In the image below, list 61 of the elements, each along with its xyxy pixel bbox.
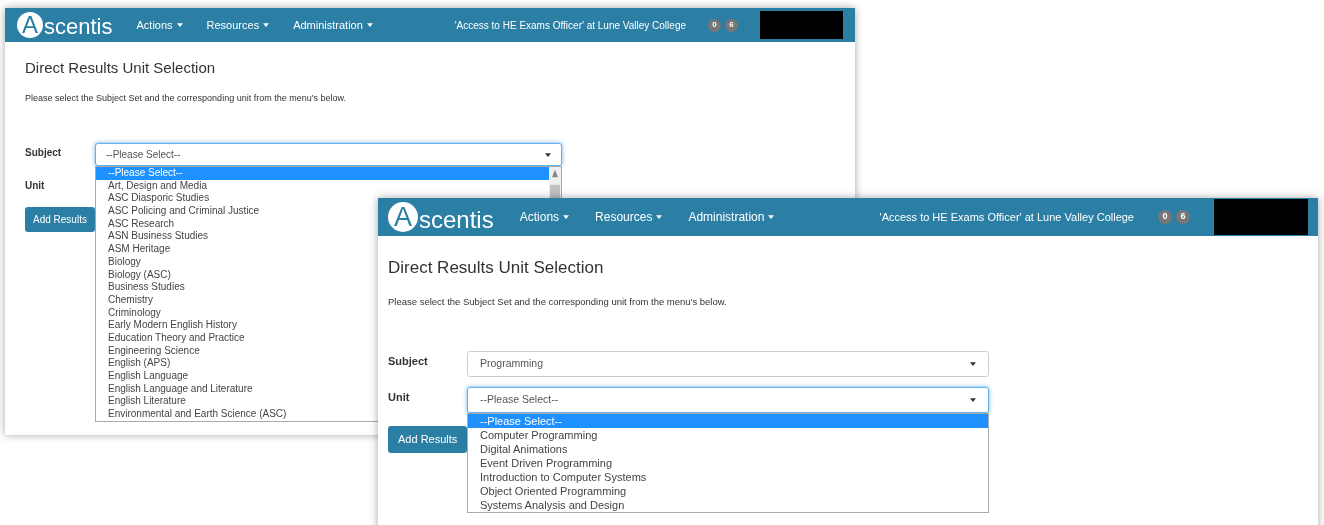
count-badge: 0 (1158, 210, 1172, 224)
dropdown-option[interactable]: Biology (96, 255, 153, 269)
caret-icon (768, 215, 775, 219)
field-label: Subject (25, 146, 63, 160)
dropdown-option[interactable]: Education Theory and Practice (96, 331, 257, 345)
caret-icon (545, 152, 551, 157)
caret-icon (563, 215, 570, 219)
add-results-button[interactable]: Add Results (388, 425, 468, 453)
dropdown-option[interactable]: Early Modern English History (96, 319, 249, 332)
caret-icon (263, 23, 270, 27)
select-field[interactable]: Programming (467, 350, 989, 377)
nav-menu[interactable]: Actions (136, 16, 183, 34)
dropdown-option[interactable]: Engineering Science (96, 344, 212, 358)
nav-menu[interactable]: Resources (595, 208, 663, 226)
caret-icon (970, 397, 976, 402)
dropdown-option[interactable]: ASC Policing and Criminal Justice (96, 205, 272, 218)
dropdown-option[interactable]: Criminology (96, 306, 173, 320)
nav-menu[interactable]: Resources (206, 16, 270, 34)
nav-menu[interactable]: Administration (293, 16, 373, 34)
caret-icon (176, 23, 183, 27)
nav-menu[interactable]: Actions (519, 208, 570, 226)
dropdown-option[interactable]: Object Oriented Programming (468, 483, 639, 498)
count-badge: 6 (725, 18, 738, 32)
dropdown-option[interactable]: Environmental and Earth Science (ASC) (96, 408, 299, 421)
dropdown-option[interactable]: ASC Research (96, 217, 187, 231)
dropdown-option[interactable]: English Language and Literature (96, 382, 265, 396)
field-label: Unit (25, 179, 46, 193)
caret-icon (656, 215, 663, 219)
dropdown-option[interactable]: English Literature (96, 395, 198, 409)
role-text: 'Access to HE Exams Officer' at Lune Valley College (879, 209, 1134, 225)
dropdown-option[interactable]: Biology (ASC) (96, 268, 183, 282)
dropdown-option[interactable]: Business Studies (96, 281, 197, 294)
dropdown-option[interactable]: ASN Business Studies (96, 230, 221, 244)
page-title: Direct Results Unit Selection (25, 58, 216, 78)
logo[interactable]: A scentis (388, 202, 494, 232)
dropdown-option[interactable]: English (APS) (96, 357, 183, 370)
dropdown-option[interactable]: English Language (96, 370, 201, 383)
select-field[interactable]: --Please Select-- (467, 386, 989, 413)
field-label: Subject (388, 353, 429, 369)
add-results-button[interactable]: Add Results (25, 207, 95, 232)
nav-menu[interactable]: Administration (688, 208, 775, 226)
dropdown-option[interactable]: Chemistry (96, 293, 165, 307)
dropdown-option[interactable]: Art, Design and Media (96, 179, 219, 193)
count-badge: 6 (1176, 210, 1190, 224)
field-label: Unit (388, 389, 411, 405)
instruction-text: Please select the Subject Set and the corresponding unit from the menu's below. (25, 91, 346, 105)
caret-icon (366, 23, 373, 27)
logo[interactable]: A scentis (17, 12, 113, 38)
count-badge: 0 (708, 18, 721, 32)
instruction-text: Please select the Subject Set and the corresponding unit from the menu's below. (388, 294, 727, 309)
dropdown-option[interactable]: Systems Analysis and Design (468, 497, 637, 512)
caret-icon (970, 361, 976, 366)
dropdown-option[interactable]: ASC Diasporic Studies (96, 192, 222, 206)
dropdown-option[interactable]: Introduction to Computer Systems (468, 469, 659, 484)
dropdown-option[interactable]: Digital Animations (468, 441, 580, 456)
dropdown-option[interactable]: Computer Programming (468, 427, 610, 442)
page-title: Direct Results Unit Selection (388, 257, 604, 279)
select-field[interactable]: --Please Select-- (95, 143, 562, 166)
role-text: 'Access to HE Exams Officer' at Lune Valley College (454, 18, 686, 33)
dropdown-option[interactable]: ASM Heritage (96, 243, 183, 256)
dropdown-option[interactable]: Event Driven Programming (468, 455, 625, 470)
